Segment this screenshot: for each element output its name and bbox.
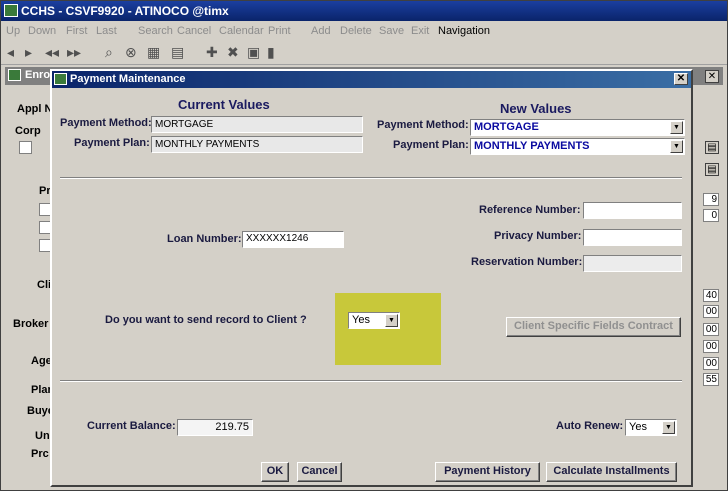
payment-maintenance-dialog: Payment Maintenance ✕ Current Values New…: [50, 69, 693, 487]
bg-label-appl: Appl N: [17, 103, 53, 115]
payment-history-button[interactable]: Payment History: [435, 462, 540, 482]
menu-cancel[interactable]: Cancel: [177, 25, 211, 37]
bg-label-un: Un: [35, 430, 50, 442]
down-arrow-icon[interactable]: ▸: [25, 44, 32, 61]
current-balance-label: Current Balance:: [87, 420, 176, 432]
new-payment-plan-select[interactable]: MONTHLY PAYMENTS ▼: [470, 138, 685, 155]
bg-side-button-1[interactable]: ▤: [705, 141, 719, 154]
bg-value: 00: [703, 323, 719, 336]
bg-value: 9: [703, 193, 719, 206]
reservation-number-input[interactable]: [583, 255, 682, 272]
chevron-down-icon[interactable]: ▼: [662, 421, 675, 434]
privacy-number-label: Privacy Number:: [494, 230, 582, 242]
loan-number-input[interactable]: XXXXXX1246: [242, 231, 344, 248]
app-title-bar: CCHS - CSVF9920 - ATINOCO @timx: [1, 1, 727, 21]
new-payment-method-label: Payment Method:: [377, 119, 469, 131]
bg-side-button-2[interactable]: ▤: [705, 163, 719, 176]
new-payment-method-select[interactable]: MORTGAGE ▼: [470, 119, 685, 136]
dialog-title-bar[interactable]: Payment Maintenance ✕: [52, 71, 691, 88]
save-icon[interactable]: ▣: [247, 44, 260, 61]
cancel-button[interactable]: Cancel: [297, 462, 342, 482]
current-values-header: Current Values: [178, 97, 270, 112]
new-payment-plan-value: MONTHLY PAYMENTS: [474, 140, 590, 152]
app-title: CCHS - CSVF9920 - ATINOCO @timx: [21, 4, 229, 18]
print-icon[interactable]: ▤: [171, 44, 184, 61]
send-record-value: Yes: [352, 314, 370, 326]
menu-up[interactable]: Up: [6, 25, 20, 37]
privacy-number-input[interactable]: [583, 229, 682, 246]
calendar-icon[interactable]: ▦: [147, 44, 160, 61]
last-record-icon[interactable]: ▸▸: [67, 44, 81, 61]
auto-renew-select[interactable]: Yes ▼: [625, 419, 677, 436]
app-icon: [4, 4, 18, 17]
cancel-search-icon[interactable]: ⊗: [125, 44, 137, 61]
background-close-icon[interactable]: ✕: [705, 70, 719, 83]
dialog-icon: [54, 73, 67, 85]
loan-number-label: Loan Number:: [167, 233, 242, 245]
new-payment-method-value: MORTGAGE: [474, 121, 539, 133]
first-record-icon[interactable]: ◂◂: [45, 44, 59, 61]
auto-renew-value: Yes: [629, 421, 647, 433]
bg-label-age: Age: [31, 355, 52, 367]
separator: [60, 177, 682, 179]
current-balance-field: 219.75: [177, 419, 253, 436]
send-record-select[interactable]: Yes ▼: [348, 312, 400, 329]
menu-navigation[interactable]: Navigation: [438, 25, 490, 37]
auto-renew-label: Auto Renew:: [556, 420, 624, 432]
bg-value: 00: [703, 340, 719, 353]
reference-number-input[interactable]: [583, 202, 682, 219]
menu-bar: Up Down First Last Search Cancel Calenda…: [1, 21, 727, 41]
delete-icon[interactable]: ✖: [227, 44, 239, 61]
highlight-box: [335, 293, 441, 365]
reservation-number-label: Reservation Number:: [471, 256, 583, 268]
chevron-down-icon[interactable]: ▼: [385, 314, 398, 327]
up-arrow-icon[interactable]: ◂: [7, 44, 14, 61]
current-payment-plan-label: Payment Plan:: [74, 137, 150, 149]
bg-value: 00: [703, 357, 719, 370]
dialog-close-icon[interactable]: ✕: [674, 73, 688, 85]
new-payment-plan-label: Payment Plan:: [393, 139, 469, 151]
current-payment-method-field: MORTGAGE: [151, 116, 363, 133]
menu-calendar[interactable]: Calendar: [219, 25, 264, 37]
dialog-title: Payment Maintenance: [70, 73, 186, 85]
reference-number-label: Reference Number:: [479, 204, 581, 216]
send-record-question: Do you want to send record to Client ?: [105, 314, 307, 326]
bg-value: 55: [703, 373, 719, 386]
bg-label-corp: Corp: [15, 125, 41, 137]
bg-label-prc: Prc: [31, 448, 49, 460]
menu-save[interactable]: Save: [379, 25, 404, 37]
background-window-icon: [8, 69, 21, 81]
bg-value: 40: [703, 289, 719, 302]
current-payment-method-label: Payment Method:: [60, 117, 152, 129]
separator: [60, 380, 682, 382]
bg-label-broker: Broker: [13, 318, 49, 330]
search-icon[interactable]: ⌕: [105, 44, 113, 61]
bg-value: 0: [703, 209, 719, 222]
bg-value: 00: [703, 305, 719, 318]
background-title: Enro: [25, 69, 51, 81]
menu-print[interactable]: Print: [268, 25, 291, 37]
menu-down[interactable]: Down: [28, 25, 56, 37]
chevron-down-icon[interactable]: ▼: [670, 140, 683, 153]
exit-icon[interactable]: ▮: [267, 44, 275, 61]
menu-add[interactable]: Add: [311, 25, 331, 37]
current-payment-plan-field: MONTHLY PAYMENTS: [151, 136, 363, 153]
app-window: CCHS - CSVF9920 - ATINOCO @timx Up Down …: [0, 0, 728, 491]
chevron-down-icon[interactable]: ▼: [670, 121, 683, 134]
bg-checkbox[interactable]: [19, 141, 32, 154]
ok-button[interactable]: OK: [261, 462, 289, 482]
calculate-installments-button[interactable]: Calculate Installments: [546, 462, 677, 482]
client-specific-fields-button[interactable]: Client Specific Fields Contract: [506, 317, 681, 337]
menu-first[interactable]: First: [66, 25, 87, 37]
bg-label-cli: Cli: [37, 279, 52, 291]
toolbar: ◂ ▸ ◂◂ ▸▸ ⌕ ⊗ ▦ ▤ ✚ ✖ ▣ ▮: [1, 41, 727, 65]
bg-label-plar: Plar: [31, 384, 52, 396]
bg-label-pr: Pr: [39, 185, 51, 197]
menu-exit[interactable]: Exit: [411, 25, 429, 37]
menu-last[interactable]: Last: [96, 25, 117, 37]
add-record-icon[interactable]: ✚: [206, 44, 218, 61]
menu-delete[interactable]: Delete: [340, 25, 372, 37]
new-values-header: New Values: [500, 101, 572, 116]
menu-search[interactable]: Search: [138, 25, 173, 37]
